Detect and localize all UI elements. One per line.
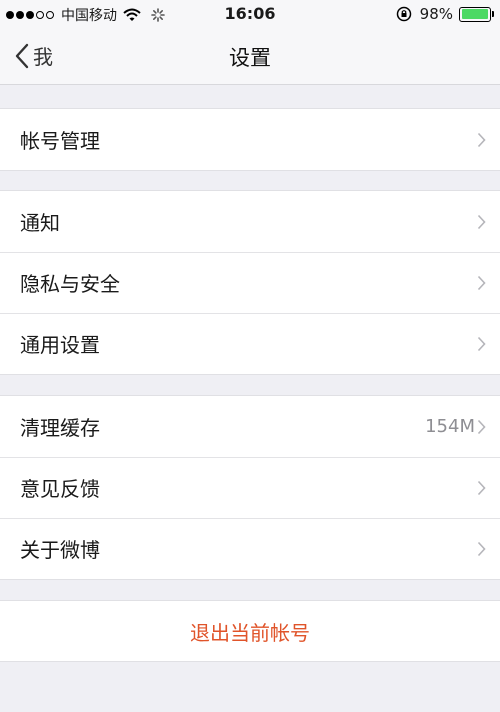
row-label: 通用设置 bbox=[20, 333, 100, 357]
settings-row-notifications[interactable]: 通知 bbox=[0, 191, 500, 252]
settings-group-general: 通知 隐私与安全 通用设置 bbox=[0, 190, 500, 375]
status-right: 98% bbox=[396, 5, 494, 23]
settings-row-privacy-security[interactable]: 隐私与安全 bbox=[0, 252, 500, 313]
page-title: 设置 bbox=[229, 46, 271, 70]
row-label: 帐号管理 bbox=[20, 129, 100, 153]
chevron-right-icon bbox=[477, 132, 486, 147]
chevron-right-icon bbox=[477, 480, 486, 495]
row-label: 清理缓存 bbox=[20, 416, 100, 440]
cache-size-value: 154M bbox=[425, 416, 475, 437]
settings-row-about-weibo[interactable]: 关于微博 bbox=[0, 518, 500, 579]
status-bar: 中国移动 16:06 98% bbox=[0, 0, 500, 28]
settings-row-feedback[interactable]: 意见反馈 bbox=[0, 457, 500, 518]
battery-fill bbox=[461, 9, 488, 19]
chevron-right-icon bbox=[477, 336, 486, 351]
chevron-right-icon bbox=[477, 419, 486, 434]
row-label: 关于微博 bbox=[20, 538, 100, 562]
rotation-lock-icon bbox=[396, 6, 411, 22]
logout-group: 退出当前帐号 bbox=[0, 600, 500, 662]
row-label: 隐私与安全 bbox=[20, 272, 120, 296]
row-label: 通知 bbox=[20, 211, 60, 235]
chevron-right-icon bbox=[477, 275, 486, 290]
settings-row-account-management[interactable]: 帐号管理 bbox=[0, 109, 500, 170]
navigation-bar: 我 设置 bbox=[0, 28, 500, 85]
battery-icon bbox=[459, 6, 494, 22]
battery-percent: 98% bbox=[419, 5, 453, 23]
settings-row-clear-cache[interactable]: 清理缓存 154M bbox=[0, 396, 500, 457]
chevron-right-icon bbox=[477, 214, 486, 229]
settings-group-account: 帐号管理 bbox=[0, 108, 500, 171]
settings-row-general-settings[interactable]: 通用设置 bbox=[0, 313, 500, 374]
logout-label: 退出当前帐号 bbox=[190, 620, 310, 645]
chevron-right-icon bbox=[477, 541, 486, 556]
settings-group-misc: 清理缓存 154M 意见反馈 关于微博 bbox=[0, 395, 500, 580]
row-label: 意见反馈 bbox=[20, 477, 100, 501]
logout-button[interactable]: 退出当前帐号 bbox=[0, 601, 500, 661]
